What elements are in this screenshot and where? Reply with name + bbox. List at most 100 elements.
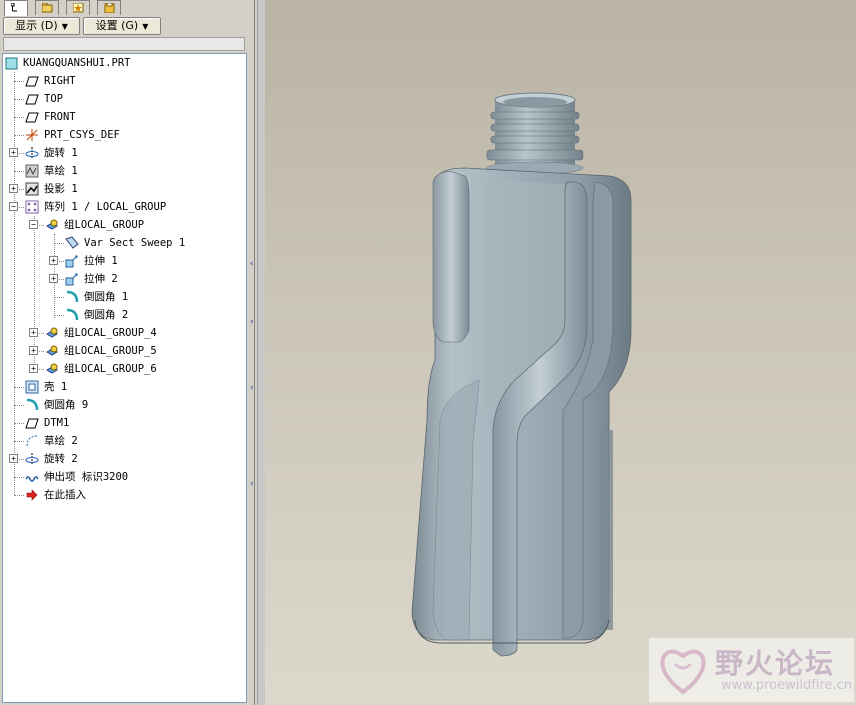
tree-connector bbox=[14, 117, 24, 118]
tree-item-label: 组LOCAL_GROUP_6 bbox=[64, 363, 157, 375]
chevron-down-icon: ▼ bbox=[61, 22, 68, 31]
expand-toggle[interactable]: + bbox=[9, 148, 18, 157]
tree-connector bbox=[54, 297, 64, 298]
watermark-url: www.proewildfire.cn bbox=[721, 678, 852, 693]
protrusion-icon bbox=[25, 476, 39, 482]
bottle-neck bbox=[486, 92, 584, 175]
round-icon bbox=[26, 398, 39, 411]
tree-connector bbox=[19, 153, 24, 154]
tree-connector bbox=[19, 207, 24, 208]
navigator-tabs bbox=[0, 0, 255, 16]
tree-connector bbox=[39, 333, 44, 334]
favorites-icon bbox=[73, 3, 84, 13]
tree-item-label: 伸出项 标识3200 bbox=[44, 471, 129, 483]
tree-connector bbox=[14, 405, 24, 406]
collapse-toggle[interactable]: − bbox=[29, 220, 38, 229]
insert-here-icon bbox=[26, 489, 38, 501]
tree-item-label: 拉伸 2 bbox=[84, 273, 118, 285]
tree-item-label: 组LOCAL_GROUP bbox=[64, 219, 145, 231]
tree-item-label: 旋转 1 bbox=[44, 147, 78, 159]
tree-connector bbox=[39, 225, 44, 226]
tree-item-label: KUANGQUANSHUI.PRT bbox=[23, 57, 131, 69]
tree-connector bbox=[39, 351, 44, 352]
pattern-icon bbox=[25, 200, 39, 214]
collapse-left-icon[interactable]: ‹ bbox=[250, 384, 256, 393]
tree-item-label: 组LOCAL_GROUP_5 bbox=[64, 345, 157, 357]
expand-toggle[interactable]: + bbox=[29, 364, 38, 373]
part-icon bbox=[5, 57, 18, 70]
expand-toggle[interactable]: + bbox=[29, 328, 38, 337]
tree-item-label: 草绘 2 bbox=[44, 435, 78, 447]
group-icon bbox=[46, 363, 58, 374]
datum-plane-icon bbox=[25, 112, 39, 123]
group-icon bbox=[46, 345, 58, 356]
panel-splitter[interactable]: ‹ › ‹ ‹ bbox=[249, 216, 257, 496]
tree-item-label: 倒圆角 1 bbox=[84, 291, 129, 303]
datum-plane-icon bbox=[25, 418, 39, 429]
tree-connector bbox=[14, 423, 24, 424]
watermark-title: 野火论坛 bbox=[715, 647, 836, 680]
forum-watermark: 野火论坛 www.proewildfire.cn bbox=[649, 638, 854, 702]
group-icon bbox=[46, 327, 58, 338]
round-icon bbox=[66, 308, 79, 321]
collapse-right-icon[interactable]: › bbox=[250, 318, 256, 327]
tree-item-label: 倒圆角 2 bbox=[84, 309, 129, 321]
chevron-down-icon: ▼ bbox=[142, 22, 149, 31]
bottle-model bbox=[411, 92, 632, 657]
expand-toggle[interactable]: + bbox=[49, 256, 58, 265]
history-icon bbox=[104, 3, 115, 13]
projection-icon bbox=[25, 182, 39, 196]
tree-connector bbox=[14, 171, 24, 172]
settings-dropdown[interactable]: 设置 (G) ▼ bbox=[83, 17, 161, 35]
collapse-left-icon[interactable]: ‹ bbox=[250, 260, 256, 269]
tree-item-label: Var Sect Sweep 1 bbox=[84, 237, 186, 249]
graphics-window[interactable]: 野火论坛 www.proewildfire.cn bbox=[265, 0, 856, 705]
tree-connector bbox=[39, 369, 44, 370]
tab-history[interactable] bbox=[97, 0, 121, 15]
display-dropdown[interactable]: 显示 (D) ▼ bbox=[3, 17, 80, 35]
tree-item-label: TOP bbox=[44, 93, 63, 105]
tree-connector bbox=[19, 459, 24, 460]
expand-toggle[interactable]: + bbox=[49, 274, 58, 283]
tree-filter-field[interactable] bbox=[3, 37, 245, 51]
tree-connector bbox=[19, 189, 24, 190]
expand-toggle[interactable]: + bbox=[9, 184, 18, 193]
tree-connector bbox=[14, 495, 24, 496]
tree-connector bbox=[14, 477, 24, 478]
shell-icon bbox=[25, 380, 39, 394]
tree-item-label: 组LOCAL_GROUP_4 bbox=[64, 327, 157, 339]
tree-connector bbox=[59, 279, 64, 280]
tree-connector bbox=[59, 261, 64, 262]
tree-connector bbox=[14, 441, 24, 442]
tab-folder-browser[interactable] bbox=[35, 0, 59, 15]
sketch-icon bbox=[26, 435, 38, 447]
tree-item-label: 在此插入 bbox=[44, 489, 86, 501]
display-dropdown-label: 显示 (D) bbox=[15, 19, 58, 32]
tree-connector bbox=[14, 387, 24, 388]
collapse-left-icon[interactable]: ‹ bbox=[250, 480, 256, 489]
expand-toggle[interactable]: + bbox=[29, 346, 38, 355]
datum-plane-icon bbox=[25, 76, 39, 87]
browser-sash[interactable] bbox=[257, 0, 265, 705]
tree-item-label: RIGHT bbox=[44, 75, 76, 87]
datum-plane-icon bbox=[25, 94, 39, 105]
tree-item-label: 草绘 1 bbox=[44, 165, 78, 177]
tree-item-label: 壳 1 bbox=[44, 381, 68, 393]
model-tree: KUANGQUANSHUI.PRT RIGHT TOP FRONT PRT_CS… bbox=[2, 53, 247, 703]
tree-item-label: FRONT bbox=[44, 111, 76, 123]
tree-item-label: 阵列 1 / LOCAL_GROUP bbox=[44, 201, 167, 213]
tree-connector bbox=[14, 135, 24, 136]
folder-browser-icon bbox=[42, 3, 53, 13]
extrude-icon bbox=[65, 273, 78, 286]
tab-model-tree[interactable] bbox=[4, 0, 28, 16]
tab-favorites[interactable] bbox=[66, 0, 90, 15]
tree-item-label: DTM1 bbox=[44, 417, 70, 429]
navigator-menu-row: 显示 (D) ▼ 设置 (G) ▼ bbox=[0, 16, 255, 36]
forum-logo bbox=[660, 649, 706, 695]
tree-connector bbox=[54, 243, 64, 244]
revolve-icon bbox=[25, 147, 39, 159]
expand-toggle[interactable]: + bbox=[9, 454, 18, 463]
collapse-toggle[interactable]: − bbox=[9, 202, 18, 211]
tree-item-label: 拉伸 1 bbox=[84, 255, 118, 267]
model-tree-icon bbox=[11, 3, 17, 12]
